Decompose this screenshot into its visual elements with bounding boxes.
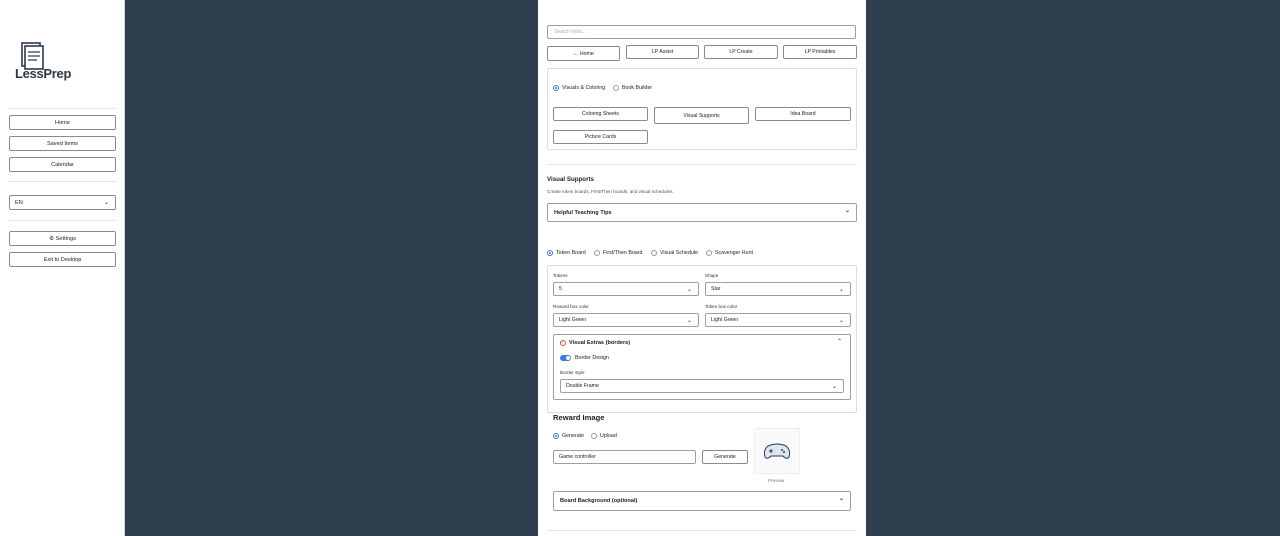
settings-button[interactable]: ⚙ Settings xyxy=(9,231,116,246)
radio-dot xyxy=(613,85,619,91)
radio-label: Token Board xyxy=(556,250,586,256)
chevron-down-icon: ⌄ xyxy=(838,318,844,324)
tokens-label: Tokens xyxy=(553,273,568,278)
visual-extras-title: Visual Extras (borders) xyxy=(569,340,631,346)
tab-lp-create[interactable]: LP Create xyxy=(704,45,778,59)
accordion-title: Helpful Teaching Tips xyxy=(554,209,612,216)
palette-icon xyxy=(560,340,566,346)
select-value: Star xyxy=(711,286,721,292)
visual-supports-button[interactable]: Visual Supports xyxy=(654,107,749,124)
sidebar: LessPrep Home Saved Items Calendar EN ⌄ … xyxy=(0,0,125,536)
chevron-up-icon[interactable]: ⌃ xyxy=(837,338,842,345)
toggle-label: Border Design xyxy=(575,355,609,361)
language-value: EN xyxy=(15,199,23,206)
radio-label: Generate xyxy=(562,433,585,439)
preview-label: Preview xyxy=(768,478,785,483)
tab-lp-printables[interactable]: LP Printables xyxy=(783,45,857,59)
radio-dot xyxy=(591,433,597,439)
tokens-select[interactable]: 5 ⌄ xyxy=(553,282,699,296)
section-description: Create token boards, First/Then boards, … xyxy=(547,189,674,194)
radio-label: Upload xyxy=(600,433,617,439)
divider xyxy=(547,164,857,165)
chevron-down-icon: ⌄ xyxy=(686,287,692,293)
radio-label: Visuals & Coloring xyxy=(562,85,606,91)
search-input[interactable]: Search tools... xyxy=(547,25,856,39)
divider xyxy=(8,220,116,221)
divider xyxy=(547,530,857,531)
chevron-down-icon: ⌄ xyxy=(103,200,109,206)
radio-dot xyxy=(706,250,712,256)
token-color-select[interactable]: Light Green ⌄ xyxy=(705,313,851,327)
radio-book-builder[interactable]: Book Builder xyxy=(613,85,652,91)
radio-upload[interactable]: Upload xyxy=(591,433,617,439)
radio-label: Visual Schedule xyxy=(660,250,698,256)
generate-button[interactable]: Generate xyxy=(702,450,748,464)
radio-label: First/Then Board xyxy=(603,250,643,256)
radio-scavenger-hunt[interactable]: Scavenger Hunt xyxy=(706,250,753,256)
radio-generate[interactable]: Generate xyxy=(553,433,584,439)
picture-cards-button[interactable]: Picture Cards xyxy=(553,130,648,144)
radio-visual-schedule[interactable]: Visual Schedule xyxy=(651,250,698,256)
shape-label: Shape xyxy=(705,273,719,278)
token-color-label: Token box color xyxy=(705,304,738,309)
chevron-down-icon: ⌄ xyxy=(686,318,692,324)
section-title: Visual Supports xyxy=(547,176,594,183)
tab-lp-assist[interactable]: LP Assist xyxy=(626,45,699,59)
accordion-title: Board Background (optional) xyxy=(560,498,638,504)
idea-board-button[interactable]: Idea Board xyxy=(755,107,851,121)
select-value: Light Green xyxy=(559,317,587,323)
chevron-down-icon: ⌄ xyxy=(844,208,850,214)
board-background-accordion[interactable]: Board Background (optional) ⌄ xyxy=(553,491,851,511)
chevron-down-icon: ⌄ xyxy=(838,287,844,293)
select-value: Light Green xyxy=(711,317,739,323)
game-controller-icon xyxy=(763,443,791,459)
shape-select[interactable]: Star ⌄ xyxy=(705,282,851,296)
reward-prompt-input[interactable]: Game controller xyxy=(553,450,696,464)
nav-home-button[interactable]: Home xyxy=(9,115,116,130)
border-style-label: Border style xyxy=(560,370,585,375)
radio-dot xyxy=(553,85,559,91)
border-design-toggle[interactable] xyxy=(560,355,571,361)
language-select[interactable]: EN ⌄ xyxy=(9,195,116,210)
chevron-down-icon: ⌄ xyxy=(831,384,837,390)
reward-image-title: Reward Image xyxy=(553,413,605,422)
input-value: Game controller xyxy=(559,454,596,460)
nav-saved-items-button[interactable]: Saved Items xyxy=(9,136,116,151)
radio-label: Book Builder xyxy=(622,85,653,91)
main-panel: Search tools... ← Home LP Assist LP Crea… xyxy=(538,0,866,536)
border-style-select[interactable]: Double Frame ⌄ xyxy=(560,379,844,393)
select-value: Double Frame xyxy=(566,383,599,389)
radio-dot xyxy=(651,250,657,256)
chevron-down-icon: ⌄ xyxy=(838,496,844,502)
helpful-tips-accordion[interactable]: Helpful Teaching Tips ⌄ xyxy=(547,203,857,222)
radio-visuals-coloring[interactable]: Visuals & Coloring xyxy=(553,85,605,91)
reward-preview-image xyxy=(754,428,800,474)
coloring-sheets-button[interactable]: Coloring Sheets xyxy=(553,107,648,121)
divider xyxy=(8,181,116,182)
reward-color-select[interactable]: Light Green ⌄ xyxy=(553,313,699,327)
radio-label: Scavenger Hunt xyxy=(715,250,753,256)
radio-dot xyxy=(553,433,559,439)
divider xyxy=(8,108,116,109)
radio-dot xyxy=(594,250,600,256)
radio-token-board[interactable]: Token Board xyxy=(547,250,586,256)
reward-color-label: Reward box color xyxy=(553,304,589,309)
nav-calendar-button[interactable]: Calendar xyxy=(9,157,116,172)
radio-first-then-board[interactable]: First/Then Board xyxy=(594,250,642,256)
logo-text: LessPrep xyxy=(15,66,72,81)
exit-to-desktop-button[interactable]: Exit to Desktop xyxy=(9,252,116,267)
home-button[interactable]: ← Home xyxy=(547,46,620,61)
select-value: 5 xyxy=(559,286,562,292)
radio-dot xyxy=(547,250,553,256)
visual-extras-header[interactable]: Visual Extras (borders) xyxy=(560,340,630,346)
